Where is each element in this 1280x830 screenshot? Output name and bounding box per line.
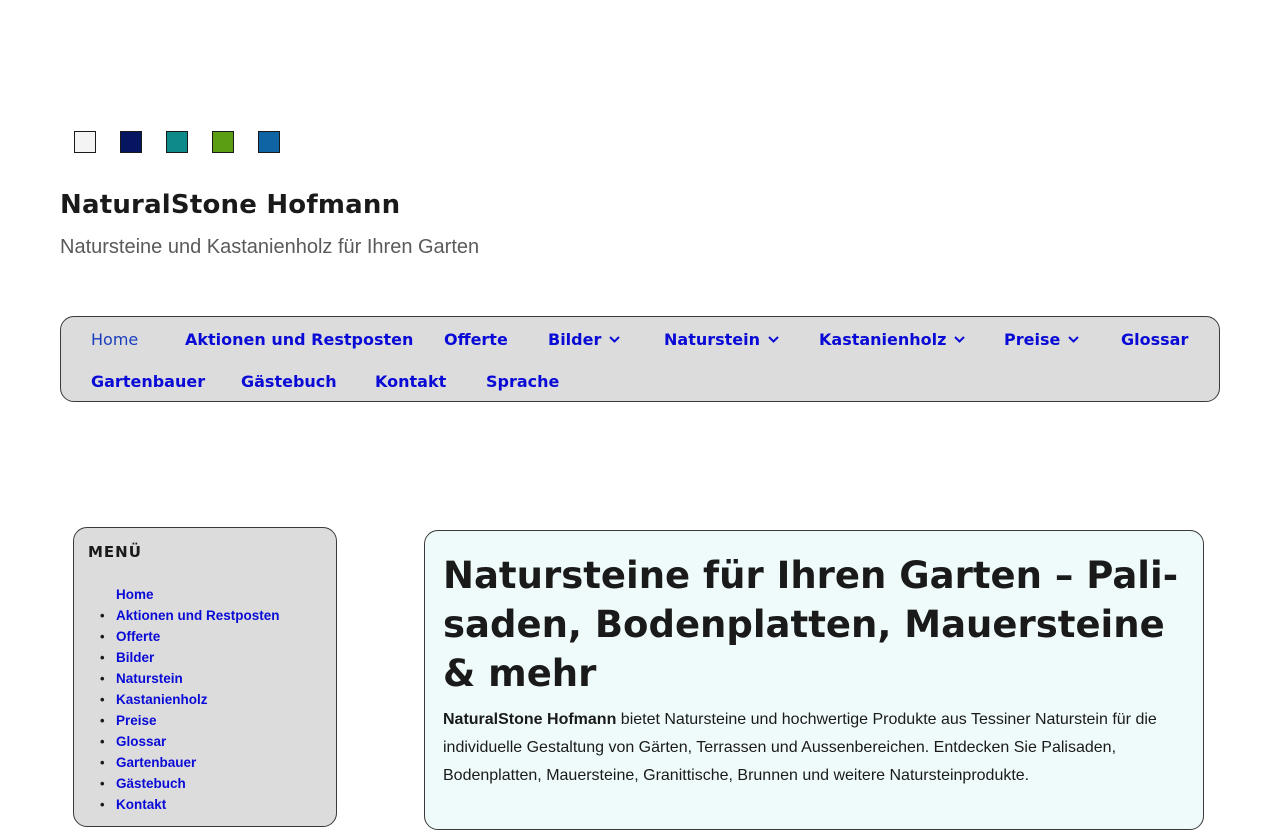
bullet-icon: • xyxy=(100,692,105,707)
sidebar-item-label: Glossar xyxy=(116,734,167,749)
bullet-icon: • xyxy=(100,671,105,686)
sidebar-item-offerte[interactable]: • Offerte xyxy=(100,626,280,647)
color-swatch-teal[interactable] xyxy=(166,131,188,153)
chevron-down-icon xyxy=(1068,335,1080,343)
nav-item-label: Naturstein xyxy=(664,329,761,349)
nav-item-aktionen-und-restposten[interactable]: Aktionen und Restposten xyxy=(185,328,413,350)
sidebar-item-gartenbauer[interactable]: • Gartenbauer xyxy=(100,752,280,773)
sidebar-menu-list: Home • Aktionen und Restposten • Offerte •… xyxy=(100,584,280,815)
sidebar-menu-widget: MENÜ Home • Aktionen und Restposten • Offe… xyxy=(73,527,337,827)
nav-item-naturstein[interactable]: Naturstein xyxy=(664,328,779,350)
intro-company-name: NaturalStone Hofmann xyxy=(443,711,617,728)
nav-item-label: Glossar xyxy=(1121,329,1189,349)
sidebar-item-preise[interactable]: • Preise xyxy=(100,710,280,731)
nav-item-sprache[interactable]: Sprache xyxy=(486,370,559,392)
bullet-icon: • xyxy=(100,776,105,791)
color-swatch-white[interactable] xyxy=(74,131,96,153)
sidebar-item-gaestebuch[interactable]: • Gästebuch xyxy=(100,773,280,794)
sidebar-item-label: Gästebuch xyxy=(116,776,186,791)
nav-item-kontakt[interactable]: Kontakt xyxy=(375,370,446,392)
nav-item-label: Kontakt xyxy=(375,371,447,391)
nav-item-offerte[interactable]: Offerte xyxy=(444,328,508,350)
sidebar-item-label: Naturstein xyxy=(116,671,183,686)
chevron-down-icon xyxy=(768,335,779,343)
nav-item-gaestebuch[interactable]: Gästebuch xyxy=(241,370,337,392)
sidebar-item-label: Offerte xyxy=(116,629,161,644)
sidebar-item-label: Kastanienholz xyxy=(116,692,208,707)
page-title: Natursteine für Ihren Garten – Pali­sade… xyxy=(443,554,1179,695)
chevron-down-icon xyxy=(609,335,621,343)
sidebar-item-label: Kontakt xyxy=(116,797,167,812)
chevron-down-icon xyxy=(954,335,966,343)
color-swatch-green[interactable] xyxy=(212,131,234,153)
nav-item-glossar[interactable]: Glossar xyxy=(1121,328,1188,350)
nav-item-home[interactable]: Home xyxy=(91,328,138,350)
color-swatch-blue[interactable] xyxy=(258,131,280,153)
main-navigation: Home Aktionen und Restposten Offerte Bil… xyxy=(60,316,1220,402)
nav-item-bilder[interactable]: Bilder xyxy=(548,328,621,350)
nav-item-label: Home xyxy=(91,329,139,349)
bullet-icon: • xyxy=(100,629,105,644)
color-scheme-switcher xyxy=(74,131,280,153)
nav-item-preise[interactable]: Preise xyxy=(1004,328,1080,350)
nav-item-label: Gartenbauer xyxy=(91,371,206,391)
intro-paragraph: NaturalStone Hofmann bietet Natursteine … xyxy=(443,706,1183,790)
site-tagline: Natursteine und Kastanienholz für Ihren … xyxy=(60,236,480,258)
nav-item-label: Aktionen und Restposten xyxy=(185,329,414,349)
nav-item-label: Gästebuch xyxy=(241,371,337,391)
nav-item-gartenbauer[interactable]: Gartenbauer xyxy=(91,370,205,392)
nav-item-kastanienholz[interactable]: Kastanienholz xyxy=(819,328,966,350)
bullet-icon: • xyxy=(100,608,105,623)
site-title[interactable]: NaturalStone Hofmann xyxy=(60,190,400,220)
color-swatch-navy[interactable] xyxy=(120,131,142,153)
nav-item-label: Offerte xyxy=(444,329,508,349)
bullet-icon: • xyxy=(100,650,105,665)
sidebar-item-label: Home xyxy=(116,587,154,602)
sidebar-item-home[interactable]: Home xyxy=(116,584,280,605)
bullet-icon: • xyxy=(100,755,105,770)
sidebar-item-glossar[interactable]: • Glossar xyxy=(100,731,280,752)
sidebar-item-label: Bilder xyxy=(116,650,155,665)
bullet-icon: • xyxy=(100,797,105,812)
sidebar-item-kastanienholz[interactable]: • Kastanienholz xyxy=(100,689,280,710)
nav-item-label: Sprache xyxy=(486,371,560,391)
sidebar-item-label: Gartenbauer xyxy=(116,755,197,770)
main-content-box: Natursteine für Ihren Garten – Pali­sade… xyxy=(424,530,1204,830)
sidebar-item-naturstein[interactable]: • Naturstein xyxy=(100,668,280,689)
nav-item-label: Preise xyxy=(1004,329,1061,349)
sidebar-item-label: Preise xyxy=(116,713,157,728)
sidebar-title: MENÜ xyxy=(88,543,142,561)
bullet-icon: • xyxy=(100,713,105,728)
sidebar-item-label: Aktionen und Restposten xyxy=(116,608,280,623)
nav-item-label: Bilder xyxy=(548,329,602,349)
sidebar-item-bilder[interactable]: • Bilder xyxy=(100,647,280,668)
nav-item-label: Kastanienholz xyxy=(819,329,947,349)
sidebar-item-aktionen-und-restposten[interactable]: • Aktionen und Restposten xyxy=(100,605,280,626)
bullet-icon: • xyxy=(100,734,105,749)
sidebar-item-kontakt[interactable]: • Kontakt xyxy=(100,794,280,815)
